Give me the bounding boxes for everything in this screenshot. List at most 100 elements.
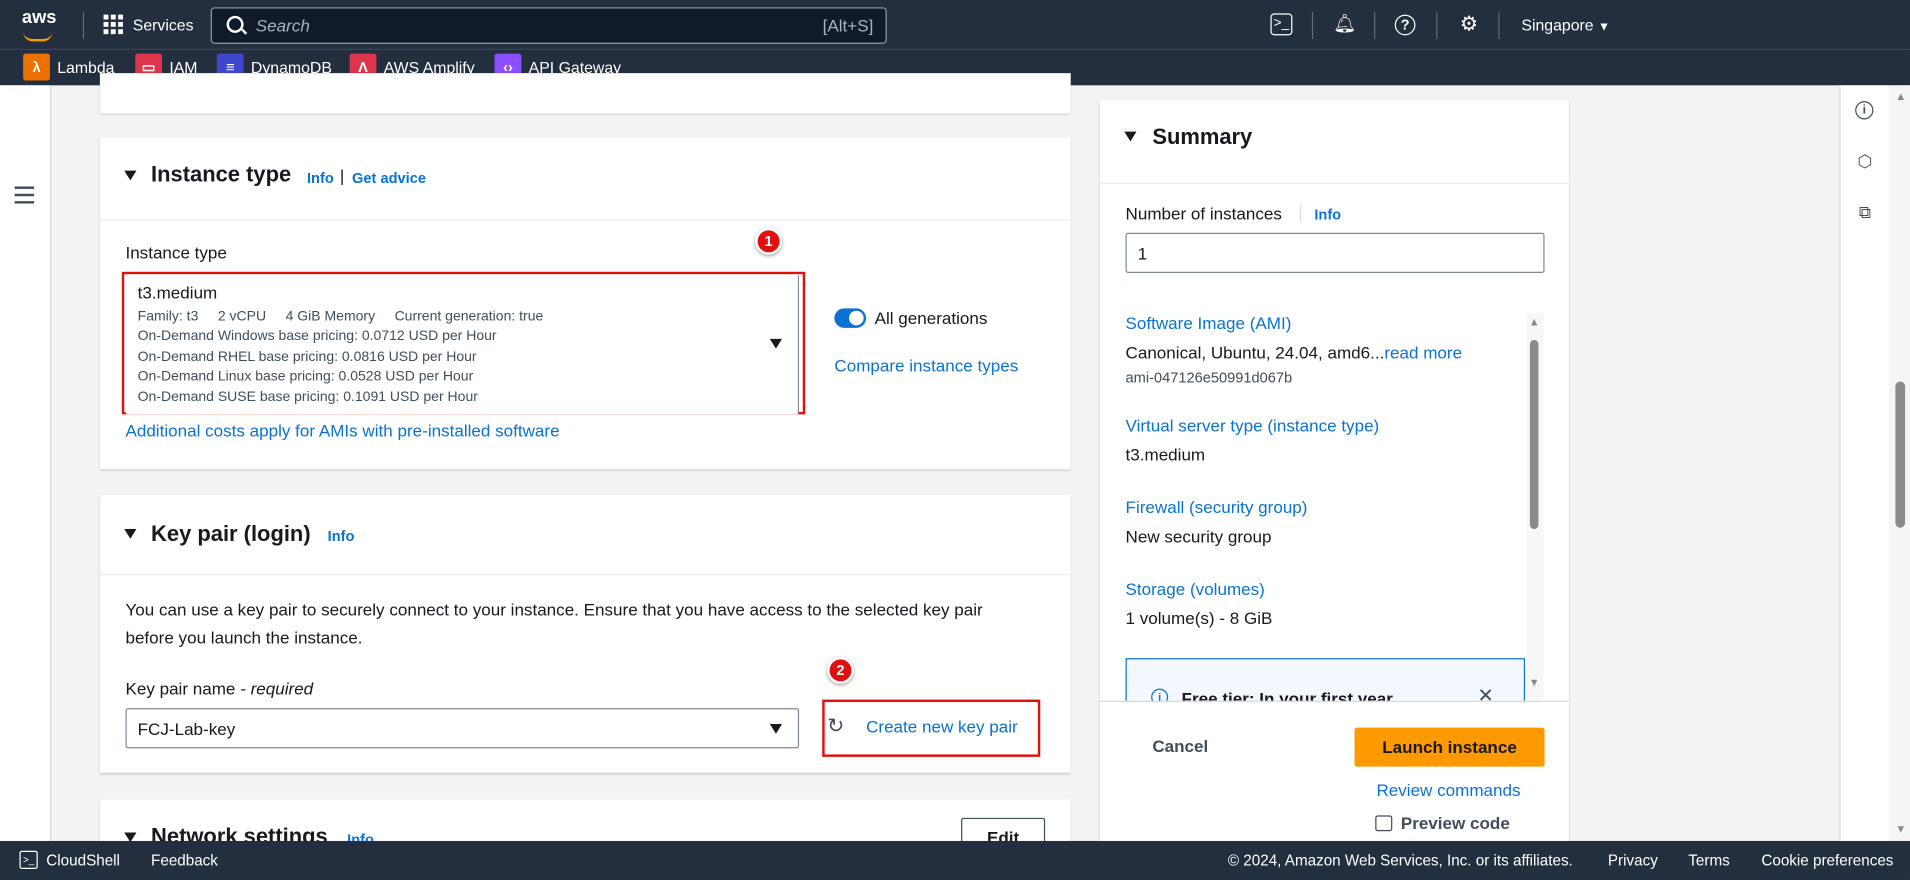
search-input[interactable]: Search [Alt+S] [210,7,887,44]
scroll-up-icon[interactable]: ▲ [1529,316,1540,328]
additional-costs-link[interactable]: Additional costs apply for AMIs with pre… [125,420,559,440]
launch-instance-button[interactable]: Launch instance [1354,727,1545,767]
compare-instance-types-link[interactable]: Compare instance types [834,356,1018,376]
cloudshell-link[interactable]: CloudShell [46,852,120,869]
summary-value-firewall: New security group [1125,526,1272,547]
cloudshell-icon[interactable]: >_ [1270,13,1293,36]
divider [1436,12,1438,40]
grid-icon [103,14,124,35]
all-generations-toggle[interactable] [834,308,867,328]
create-new-key-pair-link[interactable]: Create new key pair [866,717,1018,737]
pricing-list: On-Demand Windows base pricing: 0.0712 U… [138,327,497,407]
ami-value: Canonical, Ubuntu, 24.04, amd6... [1125,342,1385,362]
scroll-down-icon[interactable]: ▼ [1895,823,1906,835]
side-navigation [0,85,52,841]
scrollbar-thumb[interactable] [1895,381,1906,528]
instance-details: Family: t3 2 vCPU 4 GiB Memory Current g… [138,307,544,327]
summary-key-instance-type[interactable]: Virtual server type (instance type) [1126,416,1380,436]
read-more-link[interactable]: read more [1384,342,1462,362]
input-value: 1 [1137,243,1148,264]
summary-key-firewall[interactable]: Firewall (security group) [1126,497,1308,517]
divider [1099,182,1569,185]
selected-instance-type: t3.medium [137,282,218,303]
scroll-up-icon[interactable]: ▲ [1895,90,1906,102]
generation: Current generation: true [394,309,544,325]
screen-pointer-icon[interactable]: ⧉ [1855,202,1874,222]
instance-type-select[interactable]: t3.medium Family: t3 2 vCPU 4 GiB Memory… [125,274,800,415]
help-icon[interactable]: ? [1394,14,1416,36]
summary-title: Summary [1152,124,1253,149]
summary-panel: Summary Number of instances Info 1 Softw… [1099,99,1569,841]
instance-type-card: Instance type Info | Get advice Instance… [99,137,1071,470]
key-pair-card: Key pair (login) Info You can use a key … [99,494,1071,773]
required-marker: - required [235,678,314,699]
pricing-rhel: On-Demand RHEL base pricing: 0.0816 USD … [137,349,477,364]
key-pair-header: Key pair (login) Info [99,495,1071,576]
section-title: Key pair (login) [151,521,311,547]
info-link[interactable]: Info [307,169,334,186]
privacy-link[interactable]: Privacy [1608,852,1658,869]
key-pair-select[interactable]: FCJ-Lab-key [125,708,800,749]
collapse-caret-icon[interactable] [1124,131,1137,142]
divider [1374,12,1376,40]
key-pair-description: You can use a key pair to securely conne… [125,599,983,648]
summary-scrollbar[interactable]: ▲ ▼ [1526,313,1544,701]
vcpu: 2 vCPU [217,309,267,325]
cookie-preferences-link[interactable]: Cookie preferences [1761,852,1893,869]
collapse-caret-icon[interactable] [124,170,137,181]
gear-icon[interactable]: ⚙ [1457,12,1481,36]
bell-icon[interactable]: 🔔︎ [1333,12,1357,36]
section-title: Instance type [151,162,292,187]
separator: | [339,165,345,186]
summary-value-storage: 1 volume(s) - 8 GiB [1125,608,1273,628]
pricing-linux: On-Demand Linux base pricing: 0.0528 USD… [137,369,474,384]
hexagon-icon[interactable]: ⬡ [1855,151,1874,171]
dropdown-caret-icon [769,723,783,734]
divider [1498,12,1500,40]
number-of-instances-input[interactable]: 1 [1125,232,1545,274]
summary-key-storage[interactable]: Storage (volumes) [1126,579,1265,599]
services-label: Services [132,15,194,34]
preview-code-button[interactable]: Preview code [1375,813,1510,832]
info-link[interactable]: Info [1314,206,1341,223]
info-icon: i [1151,688,1169,701]
review-commands-link[interactable]: Review commands [1376,780,1520,800]
collapse-caret-icon[interactable] [124,528,137,539]
terms-link[interactable]: Terms [1688,852,1729,869]
services-menu-button[interactable]: Services [103,14,194,35]
page-scrollbar[interactable]: ▲ ▼ [1890,85,1910,841]
cancel-button[interactable]: Cancel [1152,736,1208,756]
summary-value-instance-type: t3.medium [1125,444,1206,465]
ec2-launch-instance-page: aws Services Search [Alt+S] >_ 🔔︎ ? ⚙ Si… [0,0,1910,880]
logo-text: aws [21,7,57,29]
info-link[interactable]: Info [328,528,355,545]
copyright-text: © 2024, Amazon Web Services, Inc. or its… [1227,851,1573,870]
region-selector[interactable]: Singapore ▼ [1521,16,1610,34]
hamburger-menu-icon[interactable] [14,186,35,208]
free-tier-alert: i Free tier: In your first year ✕ [1125,658,1526,701]
aws-logo[interactable]: aws [21,7,57,42]
divider [1099,700,1569,703]
field-label: Instance type [125,242,227,263]
scroll-down-icon[interactable]: ▼ [1529,676,1540,688]
summary-key-ami[interactable]: Software Image (AMI) [1126,313,1292,333]
info-panel-icon[interactable]: i [1855,101,1874,120]
get-advice-link[interactable]: Get advice [352,169,426,186]
cloudshell-icon[interactable]: >_ [19,850,38,870]
close-icon[interactable]: ✕ [1478,684,1494,701]
annotation-badge: 1 [755,227,783,255]
scrollbar-thumb[interactable] [1529,340,1539,529]
lambda-icon: λ [23,53,50,81]
caret-down-icon: ▼ [1598,20,1611,35]
divider [1311,12,1314,40]
refresh-icon[interactable]: ↻ [827,714,844,738]
previous-section-card [99,73,1071,114]
right-tools-rail: i ⬡ ⧉ [1839,85,1890,841]
pricing-windows: On-Demand Windows base pricing: 0.0712 U… [137,329,497,344]
divider [82,12,85,40]
divider [1299,204,1301,222]
dropdown-caret-icon [769,338,783,349]
search-placeholder: Search [255,15,310,36]
feedback-link[interactable]: Feedback [151,852,218,869]
summary-scroll-area: Software Image (AMI) Canonical, Ubuntu, … [1100,305,1569,701]
